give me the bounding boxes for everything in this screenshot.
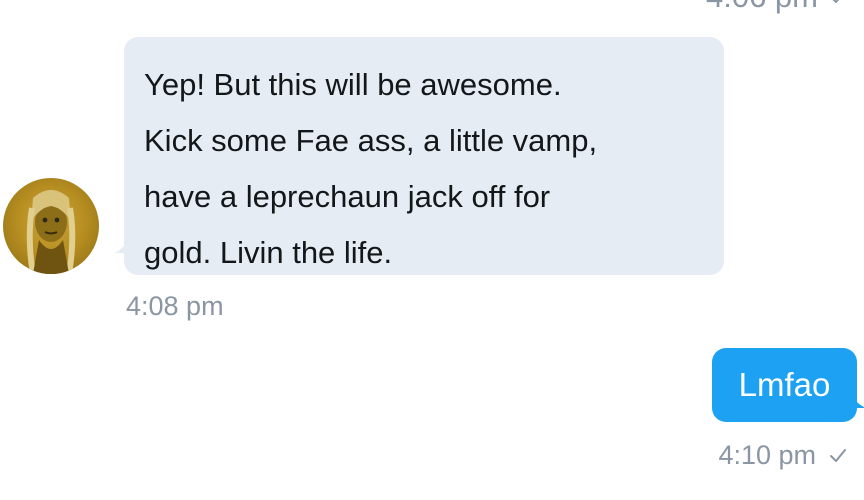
- bubble-tail-icon: [114, 239, 128, 253]
- received-message-time: 4:08 pm: [126, 291, 224, 321]
- sent-message-meta: 4:10 pm: [718, 440, 848, 471]
- sent-message-text: Lmfao: [738, 366, 831, 403]
- previous-message-time: 4:06 pm: [706, 0, 818, 15]
- checkmark-icon: [828, 0, 848, 7]
- contact-avatar[interactable]: [3, 178, 99, 274]
- previous-message-meta: 4:06 pm: [706, 0, 848, 15]
- bubble-tail-icon: [852, 394, 864, 408]
- received-message-text: Yep! But this will be awesome. Kick some…: [144, 67, 598, 270]
- checkmark-icon: [828, 446, 848, 466]
- received-message-bubble[interactable]: Yep! But this will be awesome. Kick some…: [114, 37, 724, 275]
- sent-message-bubble[interactable]: Lmfao: [712, 348, 864, 422]
- sent-message-time: 4:10 pm: [718, 440, 816, 470]
- dm-conversation: 4:06 pm Yep! But this will be awesome. K…: [0, 0, 864, 500]
